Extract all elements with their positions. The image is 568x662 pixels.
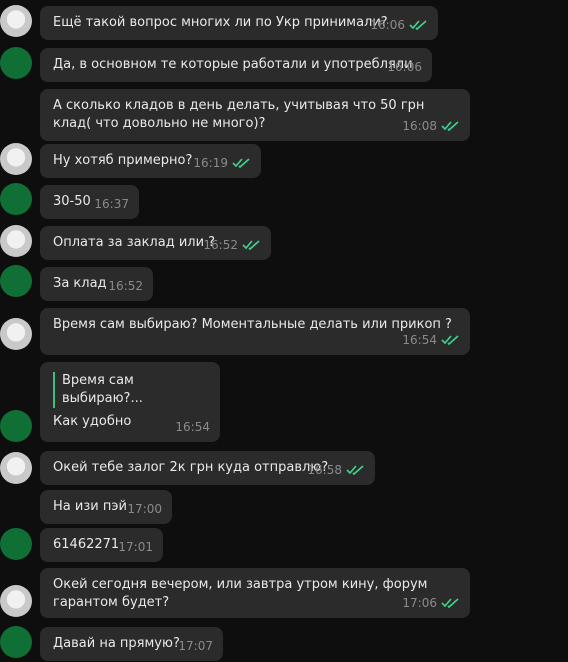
message-text: Да, в основном те которые работали и упо…	[53, 57, 413, 72]
message-time: 17:00	[127, 502, 162, 516]
message-time: 16:58	[307, 463, 342, 477]
message-time: 17:07	[178, 639, 213, 653]
message-bubble[interactable]: Оплата за заклад или ? 16:52	[40, 226, 271, 260]
message-time: 16:08	[402, 119, 437, 133]
message-time: 17:01	[118, 540, 153, 554]
double-check-icon	[409, 20, 427, 30]
message-bubble[interactable]: Да, в основном те которые работали и упо…	[40, 48, 432, 82]
message-time: 16:19	[193, 156, 228, 170]
quoted-text: Время сам выбираю?...	[62, 373, 143, 406]
message-bubble[interactable]: Ещё такой вопрос многих ли по Укр приним…	[40, 6, 438, 40]
message-bubble[interactable]: Окей сегодня вечером, или завтра утром к…	[40, 568, 470, 618]
message-bubble[interactable]: 61462271 17:01	[40, 528, 163, 562]
cat-avatar[interactable]	[0, 143, 32, 175]
party-home-avatar[interactable]	[0, 265, 32, 297]
message-bubble[interactable]: 30-50 16:37	[40, 185, 139, 219]
message-time: 16:37	[94, 197, 129, 211]
message-bubble[interactable]: На изи пэй 17:00	[40, 490, 172, 524]
cat-avatar[interactable]	[0, 225, 32, 257]
party-home-avatar[interactable]	[0, 626, 32, 658]
message-meta: 16:06	[370, 16, 428, 34]
double-check-icon	[346, 465, 364, 475]
message-meta: 16:19	[193, 154, 251, 172]
quoted-reply[interactable]: Время сам выбираю?...	[53, 372, 208, 408]
message-bubble[interactable]: Время сам выбираю? Моментальные делать и…	[40, 308, 470, 355]
cat-avatar[interactable]	[0, 585, 32, 617]
message-text: Время сам выбираю? Моментальные делать и…	[53, 317, 452, 332]
double-check-icon	[232, 158, 250, 168]
message-meta: 17:01	[118, 538, 153, 556]
message-time: 16:06	[387, 60, 422, 74]
cat-avatar[interactable]	[0, 452, 32, 484]
message-bubble[interactable]: За клад 16:52	[40, 267, 153, 301]
message-meta: 16:06	[387, 58, 422, 76]
message-meta: 17:07	[178, 637, 213, 655]
message-bubble[interactable]: Окей тебе залог 2к грн куда отправлю? 16…	[40, 451, 375, 485]
message-bubble[interactable]: А сколько кладов в день делать, учитывая…	[40, 89, 470, 141]
message-bubble[interactable]: Давай на прямую? 17:07	[40, 627, 223, 661]
double-check-icon	[441, 598, 459, 608]
message-meta: 16:08	[402, 117, 460, 135]
message-bubble[interactable]: Ну хотяб примерно? 16:19	[40, 144, 261, 178]
message-meta: 16:58	[307, 461, 365, 479]
message-time: 17:06	[402, 596, 437, 610]
message-meta: 16:52	[108, 277, 143, 295]
message-time: 16:54	[402, 333, 437, 347]
party-home-avatar[interactable]	[0, 183, 32, 215]
party-home-avatar[interactable]	[0, 410, 32, 442]
message-time: 16:52	[203, 238, 238, 252]
double-check-icon	[242, 240, 260, 250]
message-meta: 16:52	[203, 236, 261, 254]
cat-avatar[interactable]	[0, 318, 32, 350]
message-text: А сколько кладов в день делать, учитывая…	[53, 98, 425, 131]
message-text: Окей сегодня вечером, или завтра утром к…	[53, 577, 428, 610]
party-home-avatar[interactable]	[0, 47, 32, 79]
message-meta: 17:00	[127, 500, 162, 518]
double-check-icon	[441, 335, 459, 345]
message-meta: 16:37	[94, 195, 129, 213]
message-meta: 16:54	[175, 418, 210, 436]
reply-message-bubble[interactable]: Время сам выбираю?... Как удобно 16:54	[40, 362, 220, 442]
message-time: 16:54	[175, 420, 210, 434]
message-meta: 16:54	[402, 331, 460, 349]
double-check-icon	[441, 121, 459, 131]
party-home-avatar[interactable]	[0, 528, 32, 560]
message-time: 16:52	[108, 279, 143, 293]
cat-avatar[interactable]	[0, 5, 32, 37]
message-meta: 17:06	[402, 594, 460, 612]
message-time: 16:06	[370, 18, 405, 32]
